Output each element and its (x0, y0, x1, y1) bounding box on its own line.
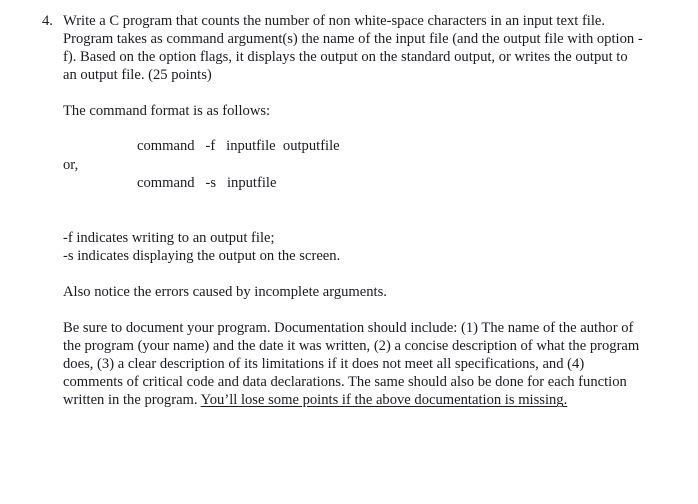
spacer-after-errors-note (63, 301, 643, 319)
errors-note: Also notice the errors caused by incompl… (63, 283, 387, 300)
command-format-block: command -f inputfile outputfile or, comm… (63, 137, 643, 191)
exercise-item-4: 4. Write a C program that counts the num… (42, 12, 643, 410)
spacer-before-commands (63, 120, 643, 137)
flag-description-s: -s indicates displaying the output on th… (63, 247, 341, 264)
document-page: 4. Write a C program that counts the num… (0, 0, 698, 504)
documentation-paragraph: Be sure to document your program. Docume… (63, 319, 643, 409)
spacer-after-intro (63, 84, 643, 102)
command-line-f: command -f inputfile outputfile (137, 138, 340, 155)
list-item-number: 4. (42, 13, 53, 29)
documentation-warning: You’ll lose some points if the above doc… (200, 392, 568, 409)
spacer-after-commands-2 (63, 211, 643, 229)
flag-description-f: -f indicates writing to an output file; (63, 229, 275, 246)
spacer-after-flags (63, 265, 643, 283)
intro-paragraph: Write a C program that counts the number… (63, 13, 643, 84)
command-or-label: or, (63, 156, 79, 173)
command-line-s: command -s inputfile (137, 174, 277, 191)
spacer-after-commands (63, 192, 643, 211)
exercise-body: Write a C program that counts the number… (63, 12, 643, 410)
command-format-intro: The command format is as follows: (63, 103, 271, 120)
